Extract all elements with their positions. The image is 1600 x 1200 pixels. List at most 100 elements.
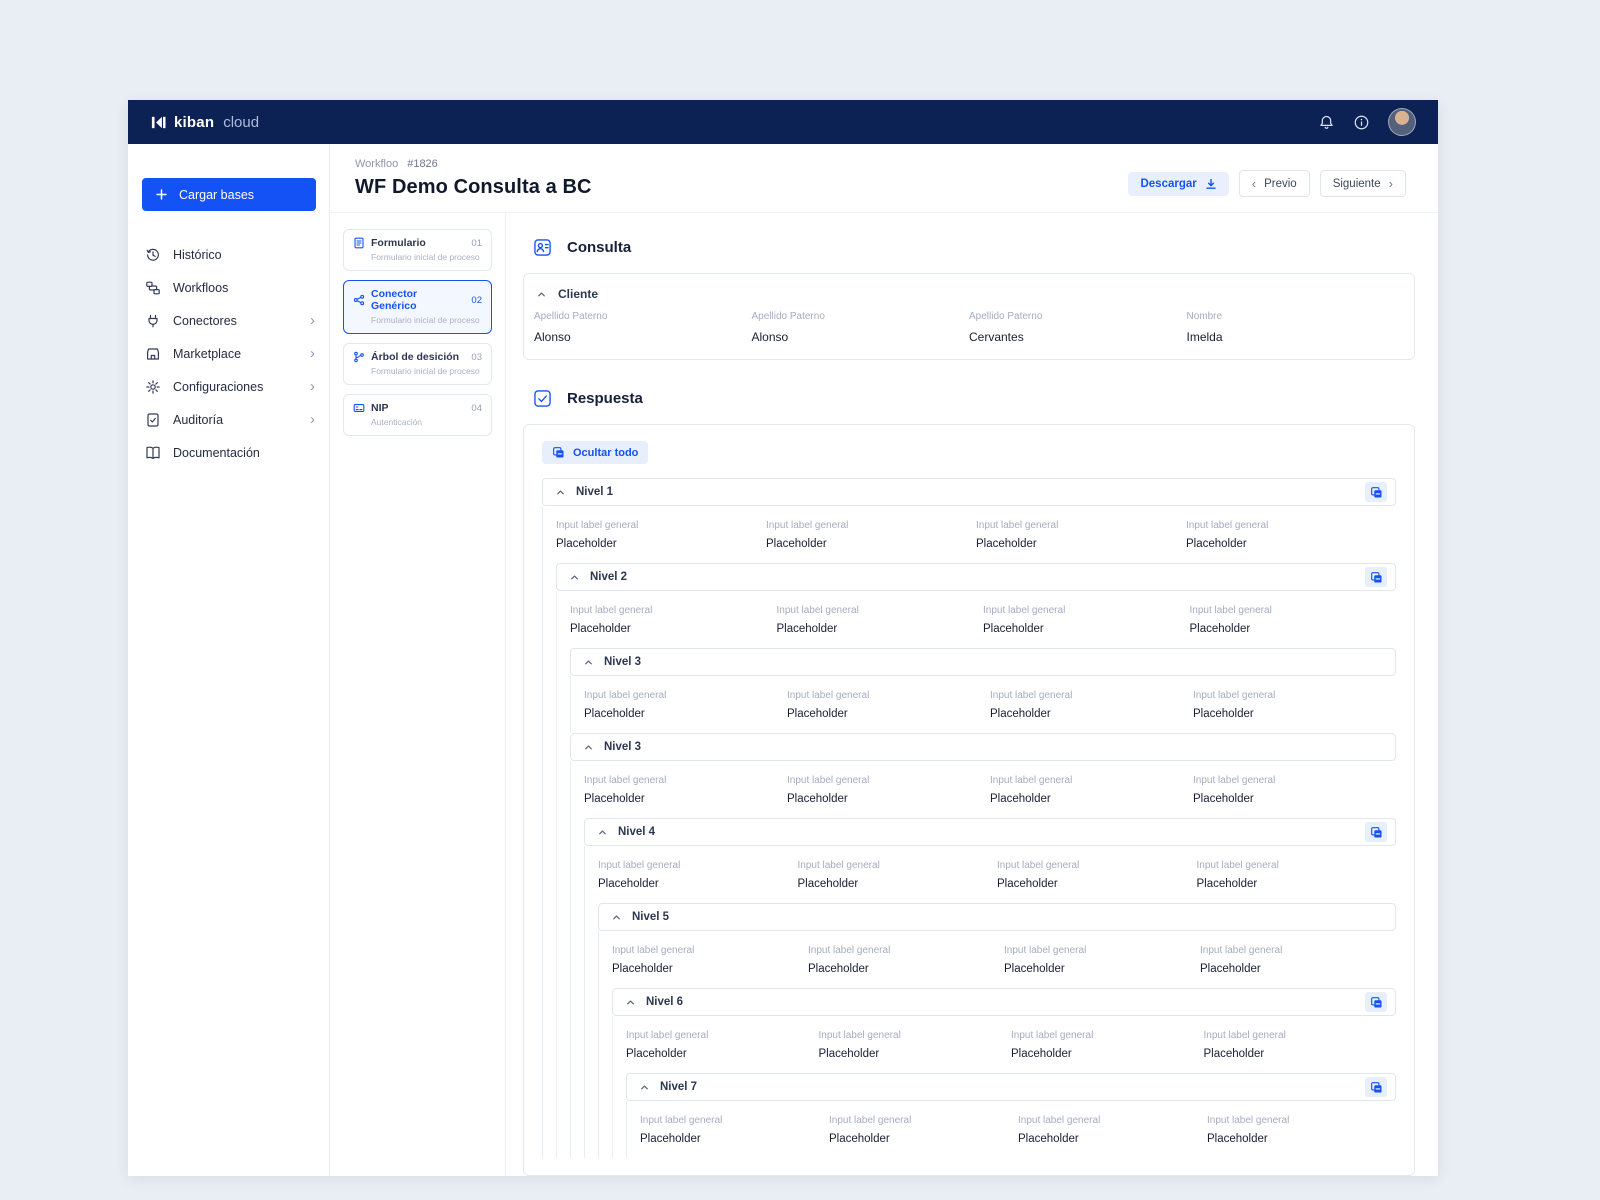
field: Input label general Placeholder (640, 1115, 723, 1145)
field-label: Apellido Paterno (969, 311, 1043, 322)
copy-icon[interactable] (1365, 822, 1387, 842)
field: Input label general Placeholder (990, 775, 1073, 805)
field: Input label general Placeholder (1011, 1030, 1094, 1060)
collapse-all-button[interactable]: Ocultar todo (542, 441, 649, 464)
plug-icon (145, 313, 161, 329)
level-header[interactable]: Nivel 3 (570, 733, 1396, 761)
chevron-up-icon (555, 487, 566, 498)
field: Input label general Placeholder (766, 520, 849, 550)
collapse-all-label: Ocultar todo (573, 446, 639, 459)
previous-button[interactable]: ‹ Previo (1238, 170, 1310, 197)
brand-text: kiban (174, 113, 215, 131)
chevron-up-icon (583, 742, 594, 753)
level-header[interactable]: Nivel 1 (542, 478, 1396, 506)
previous-label: Previo (1264, 177, 1297, 190)
field: Input label general Placeholder (797, 860, 880, 890)
consulta-title: Consulta (567, 239, 632, 256)
level-section: Nivel 3 Input label general Placeholder … (570, 648, 1396, 733)
breadcrumb-workfloo: Workfloo (355, 158, 399, 170)
field: Input label general Placeholder (776, 605, 859, 635)
plus-icon (155, 188, 168, 201)
audit-check-icon (145, 412, 161, 428)
field: Input label general Placeholder (584, 690, 667, 720)
cargar-bases-button[interactable]: Cargar bases (142, 178, 316, 211)
field: Input label general Placeholder (1207, 1115, 1290, 1145)
level-section: Nivel 7 Input label general Placeholder … (626, 1073, 1396, 1158)
field: Input label general Placeholder (1004, 945, 1087, 975)
field: Input label general Placeholder (570, 605, 653, 635)
step-card-nip[interactable]: NIP 04 Autenticación (343, 394, 492, 436)
field: Input label general Placeholder (983, 605, 1066, 635)
field: Input label general Placeholder (990, 690, 1073, 720)
step-card-conector-generico[interactable]: Conector Genérico 02 Formulario inicial … (343, 280, 492, 334)
page-header: Workfloo #1826 WF Demo Consulta a BC Des… (330, 144, 1438, 213)
avatar[interactable] (1388, 108, 1416, 136)
chevron-up-icon (583, 657, 594, 668)
field: Input label general Placeholder (976, 520, 1059, 550)
copy-icon[interactable] (1365, 567, 1387, 587)
field: Input label general Placeholder (626, 1030, 709, 1060)
field-value: Cervantes (969, 330, 1024, 344)
cliente-card: Cliente Apellido Paterno Alonso Apellido… (523, 273, 1415, 360)
step-card-arbol-de-desicion[interactable]: Árbol de desición 03 Formulario inicial … (343, 343, 492, 385)
field: Input label general Placeholder (584, 775, 667, 805)
consulta-section-header: Consulta (523, 237, 1415, 258)
brand-suffix-text: cloud (223, 113, 260, 131)
sidebar-item-conectores[interactable]: Conectores › (128, 304, 329, 337)
sidebar-item-workfloos[interactable]: Workfloos › (128, 271, 329, 304)
storefront-icon (145, 346, 161, 362)
sidebar-item-historico[interactable]: Histórico › (128, 238, 329, 271)
field: Input label general Placeholder (787, 775, 870, 805)
chevron-up-icon (569, 572, 580, 583)
chevron-up-icon (625, 997, 636, 1008)
field: Input label general Placeholder (612, 945, 695, 975)
level-header[interactable]: Nivel 5 (598, 903, 1396, 931)
field: Input label general Placeholder (1193, 775, 1276, 805)
app-window: kiban cloud Cargar bases Histórico › Wor… (128, 100, 1438, 1176)
sidebar-item-marketplace[interactable]: Marketplace › (128, 337, 329, 370)
field-label: Apellido Paterno (534, 311, 608, 322)
workflow-icon (145, 280, 161, 296)
chevron-up-icon (639, 1082, 650, 1093)
level-header[interactable]: Nivel 2 (556, 563, 1396, 591)
field: Input label general Placeholder (787, 690, 870, 720)
next-button[interactable]: Siguiente › (1319, 170, 1406, 197)
level-section: Nivel 4 Input label general Placeholder … (584, 818, 1396, 1158)
download-button[interactable]: Descargar (1128, 171, 1229, 196)
chevron-right-icon: › (1388, 176, 1393, 191)
bell-icon[interactable] (1318, 114, 1335, 131)
next-label: Siguiente (1332, 177, 1381, 190)
steps-list: Formulario 01 Formulario inicial de proc… (330, 213, 506, 1176)
respuesta-title: Respuesta (567, 390, 643, 407)
sidebar-item-documentacion[interactable]: Documentación › (128, 436, 329, 469)
respuesta-section-header: Respuesta (523, 388, 1415, 409)
field: Input label general Placeholder (598, 860, 681, 890)
cliente-card-header[interactable]: Cliente (534, 285, 1404, 311)
field: Input label general Placeholder (1186, 520, 1269, 550)
level-header[interactable]: Nivel 4 (584, 818, 1396, 846)
field-value: Imelda (1186, 330, 1223, 344)
chevron-right-icon: › (310, 312, 315, 329)
level-header[interactable]: Nivel 7 (626, 1073, 1396, 1101)
nip-icon (353, 402, 365, 414)
respuesta-icon (532, 388, 553, 409)
field: Input label general Placeholder (1193, 690, 1276, 720)
level-header[interactable]: Nivel 6 (612, 988, 1396, 1016)
copy-icon[interactable] (1365, 992, 1387, 1012)
field: Input label general Placeholder (818, 1030, 901, 1060)
copy-icon[interactable] (1365, 1077, 1387, 1097)
step-card-formulario[interactable]: Formulario 01 Formulario inicial de proc… (343, 229, 492, 271)
copy-icon[interactable] (1365, 482, 1387, 502)
tree-icon (353, 351, 365, 363)
chevron-up-icon (611, 912, 622, 923)
field: Input label general Placeholder (1018, 1115, 1101, 1145)
level-header[interactable]: Nivel 3 (570, 648, 1396, 676)
sidebar-item-auditoria[interactable]: Auditoría › (128, 403, 329, 436)
info-icon[interactable] (1353, 114, 1370, 131)
field-value: Alonso (534, 330, 571, 344)
sidebar-item-configuraciones[interactable]: Configuraciones › (128, 370, 329, 403)
field: Apellido Paterno Alonso (534, 311, 752, 344)
content-panel: Consulta Cliente Apellido Paterno Alonso (506, 213, 1438, 1176)
field: Input label general Placeholder (1200, 945, 1283, 975)
field: Input label general Placeholder (997, 860, 1080, 890)
